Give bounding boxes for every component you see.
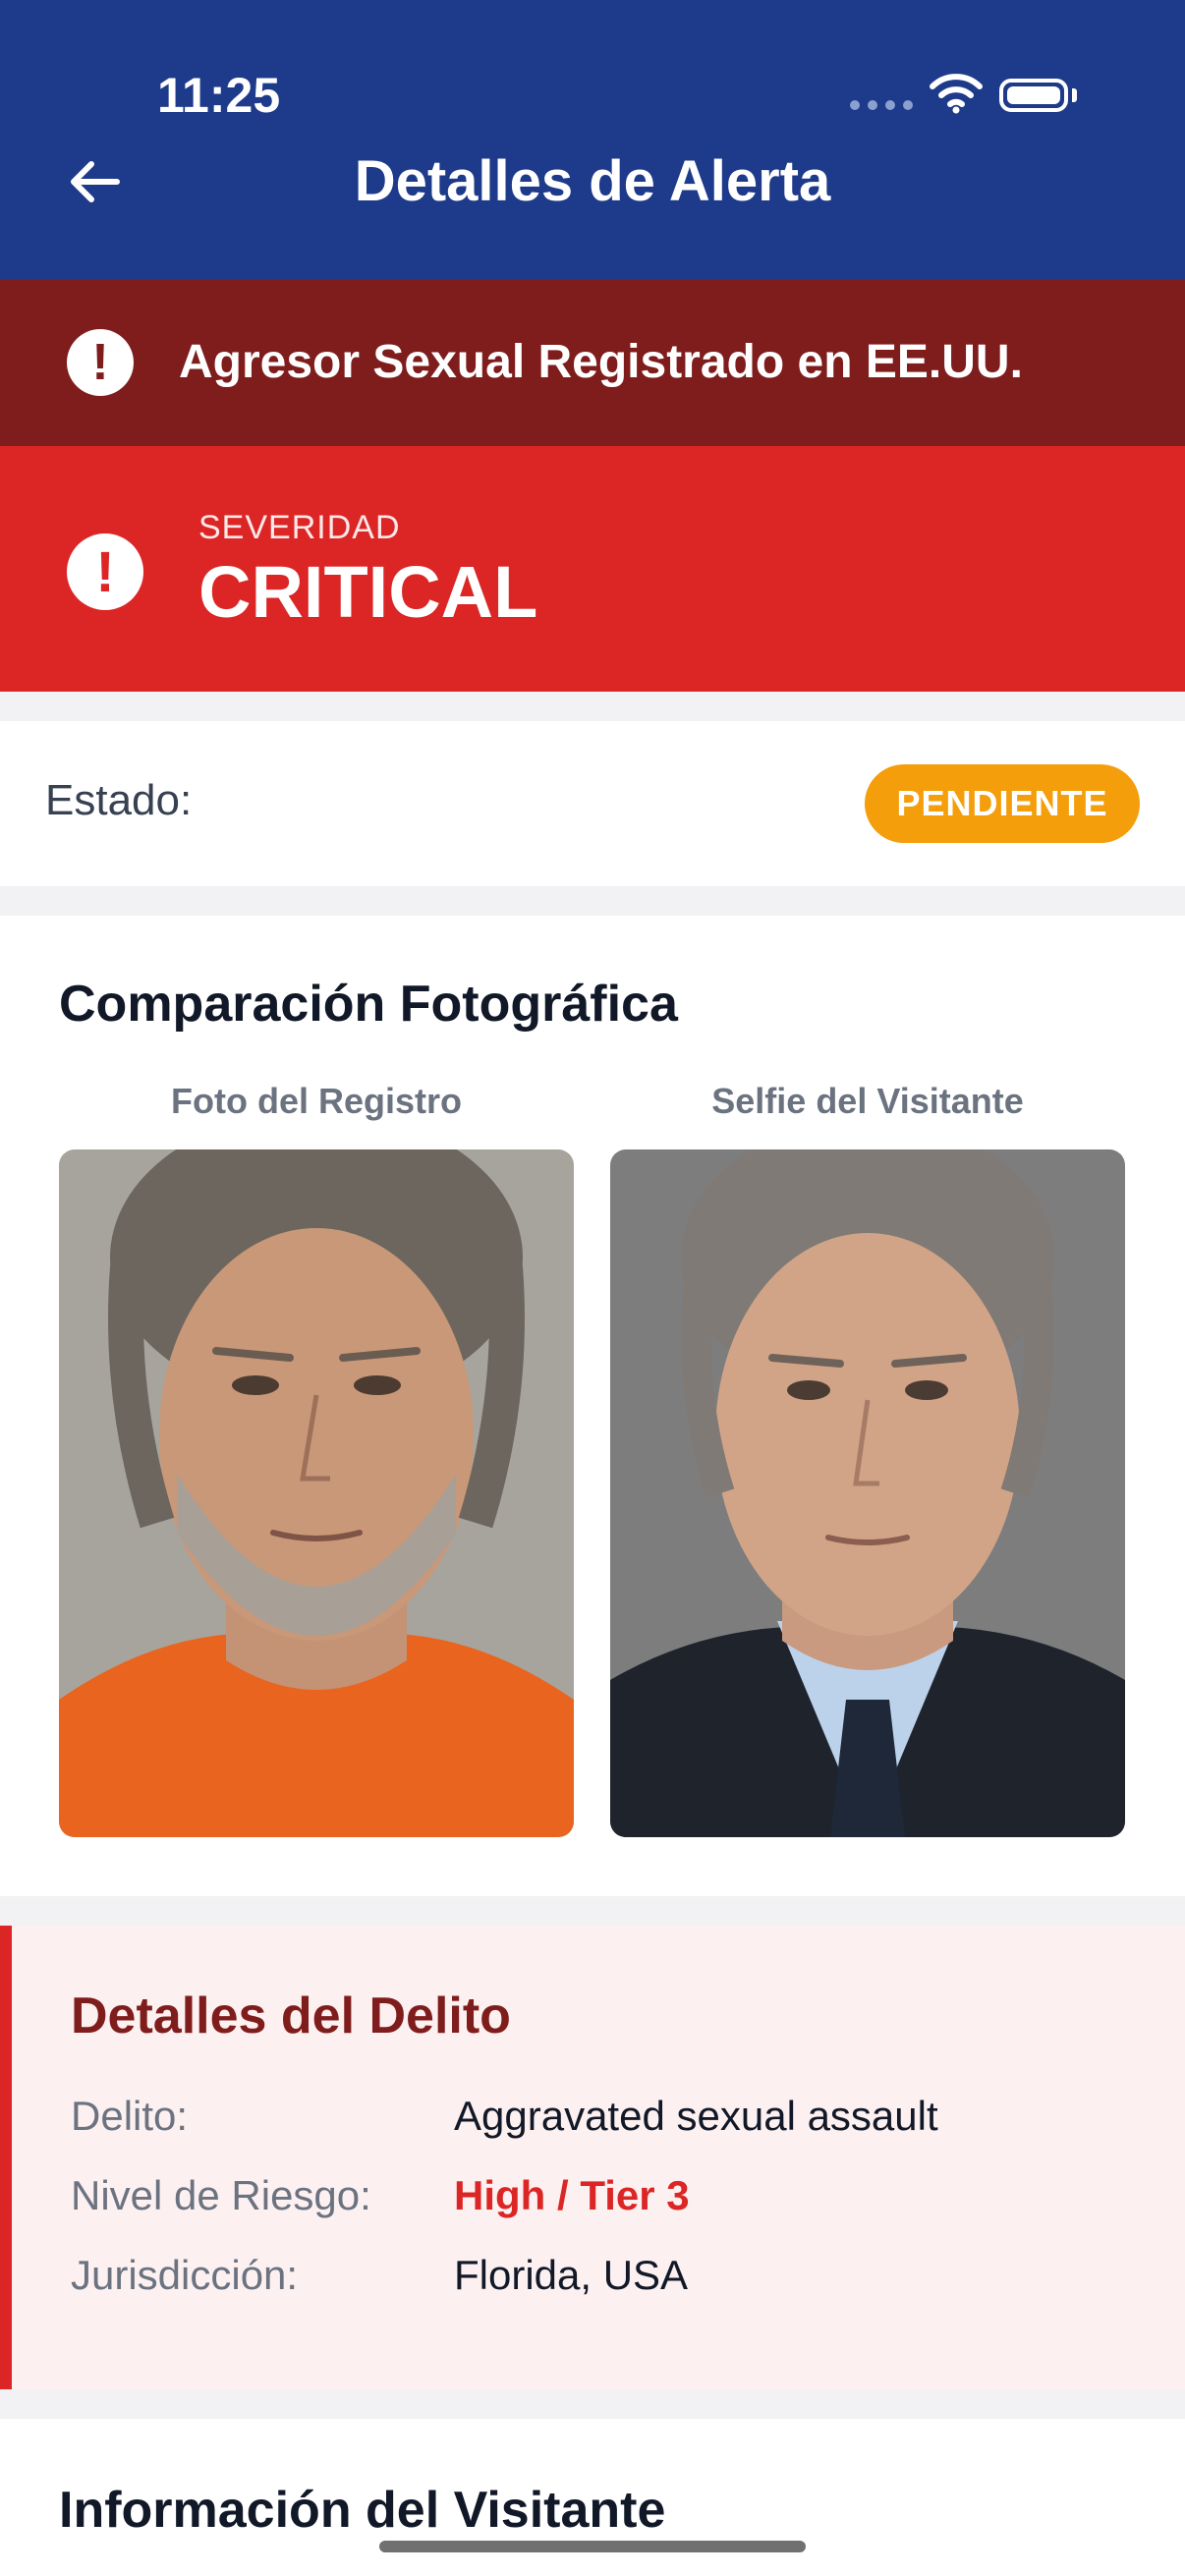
- signal-icon: [850, 100, 913, 110]
- risk-level-value: High / Tier 3: [454, 2172, 690, 2218]
- visitor-selfie[interactable]: [610, 1149, 1125, 1837]
- status-time: 11:25: [157, 68, 281, 123]
- alert-type: Agresor Sexual Registrado en EE.UU.: [179, 336, 1023, 388]
- registry-photo[interactable]: [59, 1149, 574, 1837]
- exclamation-icon: !: [67, 533, 143, 610]
- severity-label: SEVERIDAD: [198, 509, 401, 546]
- battery-icon: [999, 79, 1068, 112]
- page-title: Detalles de Alerta: [354, 149, 831, 213]
- severity-value: CRITICAL: [198, 551, 538, 633]
- status-icons: [850, 71, 1082, 120]
- offense-value: Aggravated sexual assault: [454, 2093, 938, 2139]
- offense-label: Delito:: [71, 2093, 189, 2139]
- severity-panel: [0, 446, 1185, 692]
- exclamation-icon: !: [67, 329, 134, 396]
- wifi-icon: [930, 74, 983, 114]
- status-label: Estado:: [45, 776, 193, 824]
- photo-comparison-title: Comparación Fotográfica: [59, 976, 678, 1033]
- status-badge[interactable]: PENDIENTE: [865, 764, 1140, 843]
- crime-details-title: Detalles del Delito: [71, 1988, 511, 2044]
- risk-level-label: Nivel de Riesgo:: [71, 2172, 371, 2218]
- registry-photo-label: Foto del Registro: [171, 1081, 462, 1121]
- jurisdiction-label: Jurisdicción:: [71, 2252, 299, 2298]
- home-indicator[interactable]: [379, 2541, 806, 2552]
- app-header: 11:25 Detalles de Alerta: [0, 0, 1185, 279]
- jurisdiction-value: Florida, USA: [454, 2252, 689, 2298]
- visitor-selfie-label: Selfie del Visitante: [711, 1081, 1024, 1121]
- visitor-info-title: Información del Visitante: [59, 2482, 666, 2539]
